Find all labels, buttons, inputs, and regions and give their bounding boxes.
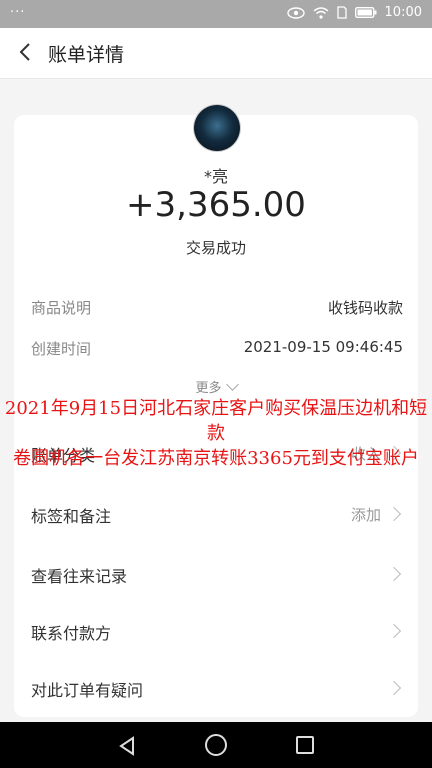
action-hint: 添加 xyxy=(350,506,381,524)
transaction-status: 交易成功 xyxy=(185,239,246,257)
chevron-down-icon xyxy=(225,378,239,391)
chevron-right-icon xyxy=(386,506,402,522)
action-contact-payer[interactable]: 联系付款方 xyxy=(31,620,403,646)
action-label: 查看往来记录 xyxy=(31,567,128,586)
chevron-right-icon xyxy=(386,623,402,639)
clock: 10:00 xyxy=(384,5,422,20)
detail-row-created-time: 创建时间 2021-09-15 09:46:45 xyxy=(31,338,403,362)
nav-back-icon[interactable] xyxy=(117,736,137,756)
annotation-overlay-text: 2021年9月15日河北石家庄客户购买保温压边机和短款 卷圆机各一台发江苏南京转… xyxy=(0,396,432,471)
page-title: 账单详情 xyxy=(48,44,125,66)
action-label: 标签和备注 xyxy=(31,507,112,526)
battery-icon xyxy=(354,7,377,18)
detail-value: 2021-09-15 09:46:45 xyxy=(243,338,403,356)
annotation-line-2: 卷圆机各一台发江苏南京转账3365元到支付宝账户 xyxy=(13,448,419,469)
nav-home-icon[interactable] xyxy=(205,734,227,756)
status-bar: ··· 10:00 xyxy=(0,0,432,28)
system-nav-bar xyxy=(0,722,432,768)
action-label: 联系付款方 xyxy=(31,624,112,643)
detail-label: 商品说明 xyxy=(31,299,92,317)
chevron-right-icon xyxy=(386,680,402,696)
sim-icon xyxy=(336,6,347,19)
transaction-amount: +3,365.00 xyxy=(126,185,306,225)
annotation-line-1: 2021年9月15日河北石家庄客户购买保温压边机和短款 xyxy=(4,398,428,444)
chevron-right-icon xyxy=(386,566,402,582)
detail-label: 创建时间 xyxy=(31,340,92,358)
nav-recent-icon[interactable] xyxy=(296,736,314,754)
action-tags-notes[interactable]: 标签和备注 添加 xyxy=(31,503,403,529)
more-toggle[interactable]: 更多 xyxy=(14,377,418,396)
wifi-icon xyxy=(313,6,328,19)
app-bar: 账单详情 xyxy=(0,28,432,79)
detail-value: 收钱码收款 xyxy=(327,299,403,317)
notification-dots: ··· xyxy=(10,5,26,20)
detail-row-description: 商品说明 收钱码收款 xyxy=(31,297,403,321)
payer-avatar xyxy=(194,105,240,151)
action-order-question[interactable]: 对此订单有疑问 xyxy=(31,677,403,703)
back-arrow-icon[interactable] xyxy=(14,40,38,64)
payer-name: *亮 xyxy=(203,167,228,186)
more-label: 更多 xyxy=(195,381,222,396)
action-view-history[interactable]: 查看往来记录 xyxy=(31,563,403,589)
eye-icon xyxy=(286,6,305,19)
action-label: 对此订单有疑问 xyxy=(31,681,144,700)
